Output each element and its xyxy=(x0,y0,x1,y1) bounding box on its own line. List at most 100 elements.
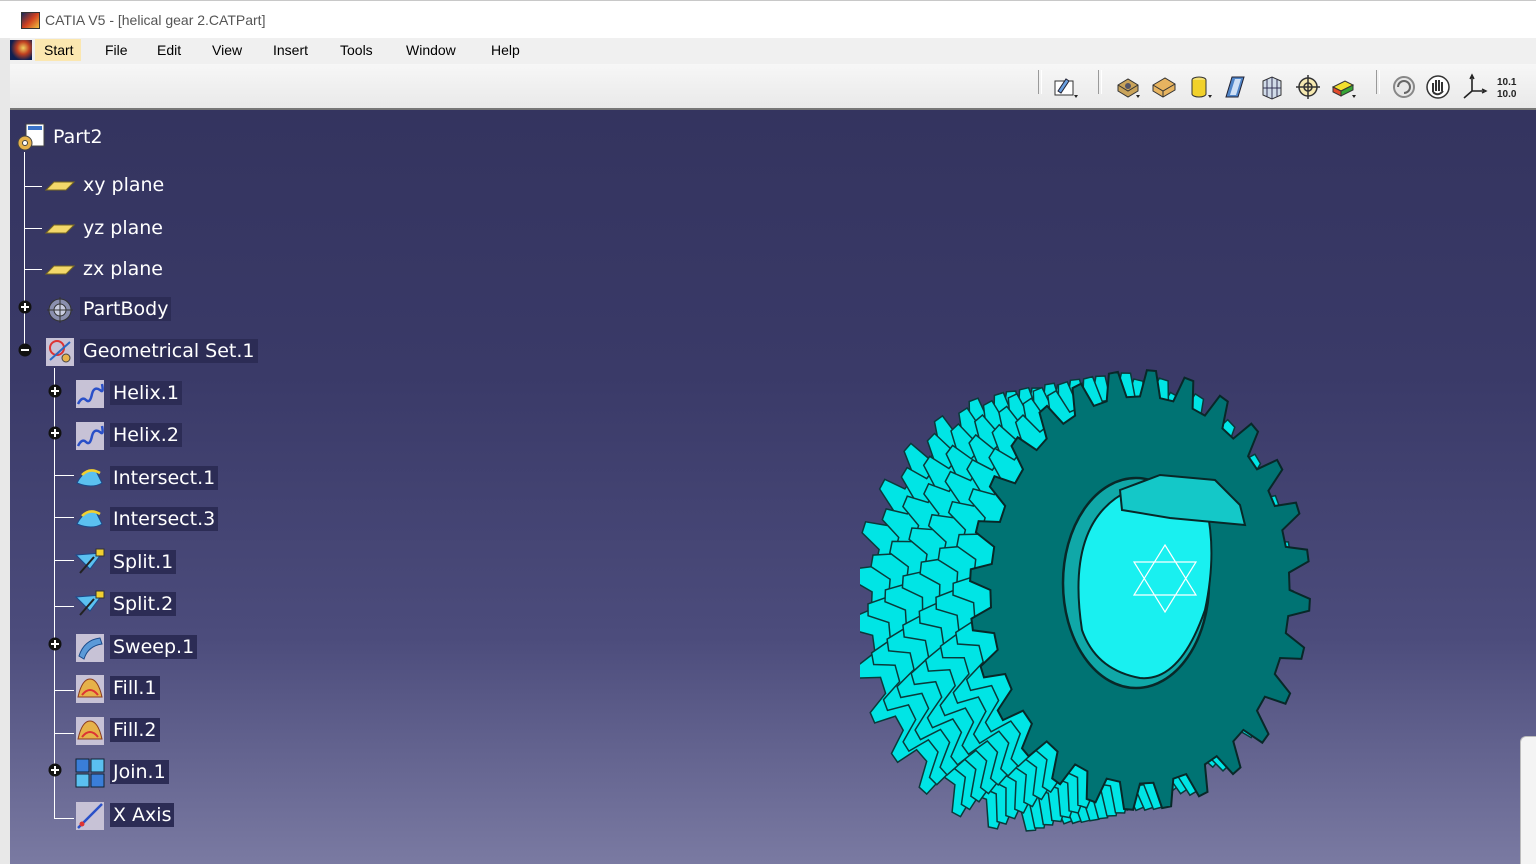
expand-helix-1-button[interactable] xyxy=(48,384,62,398)
pad-button[interactable] xyxy=(1114,73,1142,101)
menu-edit[interactable]: Edit xyxy=(153,42,185,58)
3d-viewport[interactable]: Part2 xy plane yz plane zx plane PartBod… xyxy=(10,110,1536,864)
tree-node-label: PartBody xyxy=(80,297,172,321)
tree-node-label: Fill.2 xyxy=(110,718,160,742)
fill-icon xyxy=(76,717,104,745)
menu-file[interactable]: File xyxy=(101,42,132,58)
menu-tools[interactable]: Tools xyxy=(336,42,377,58)
tree-node-label: Sweep.1 xyxy=(110,635,198,659)
tree-line xyxy=(54,733,74,734)
fill-icon xyxy=(76,675,104,703)
parallelogram-icon xyxy=(1225,76,1245,98)
plus-icon xyxy=(48,426,62,440)
helical-gear-model[interactable] xyxy=(860,310,1340,840)
target-icon xyxy=(1296,75,1320,99)
tree-node-label: Join.1 xyxy=(110,760,169,784)
tree-node-label: Helix.2 xyxy=(110,423,182,447)
hide-show-icon xyxy=(1331,80,1356,98)
pan-button[interactable] xyxy=(1424,73,1452,101)
tree-node-label: Fill.1 xyxy=(110,676,160,700)
expand-helix-2-button[interactable] xyxy=(48,426,62,440)
intersect-icon xyxy=(76,510,103,528)
geometrical-set-icon xyxy=(46,338,74,366)
line-icon xyxy=(76,802,104,830)
join-icon xyxy=(75,758,105,788)
expand-sweep-1-button[interactable] xyxy=(48,637,62,651)
window-title: CATIA V5 - [helical gear 2.CATPart] xyxy=(45,12,266,28)
menu-view[interactable]: View xyxy=(208,42,246,58)
sketch-button[interactable] xyxy=(1052,73,1080,101)
part-body-icon xyxy=(47,297,73,323)
minus-icon xyxy=(18,343,32,357)
tree-line xyxy=(54,517,74,518)
tree-line xyxy=(24,228,42,229)
plane-icon xyxy=(44,224,76,234)
tree-node-label: Intersect.3 xyxy=(110,507,219,531)
tree-node-label: Split.1 xyxy=(110,550,177,574)
menu-start[interactable]: Start xyxy=(35,39,81,61)
tree-line xyxy=(24,186,42,187)
svg-text:10.0: 10.0 xyxy=(1497,89,1517,100)
sweep-icon xyxy=(76,634,104,662)
pad-icon xyxy=(1117,78,1140,98)
tree-node-label: Part2 xyxy=(53,126,103,148)
tree-line xyxy=(54,475,74,476)
tree-node-label: Intersect.1 xyxy=(110,466,219,490)
cylinder-button[interactable] xyxy=(1186,73,1214,101)
target-button[interactable] xyxy=(1294,73,1322,101)
menu-window[interactable]: Window xyxy=(402,42,460,58)
tree-node-label: yz plane xyxy=(83,217,163,239)
plus-icon xyxy=(48,763,62,777)
svg-text:10.1: 10.1 xyxy=(1497,77,1517,88)
expand-join-1-button[interactable] xyxy=(48,763,62,777)
tree-node-label: zx plane xyxy=(83,258,163,280)
toolbar: 10.1 10.0 xyxy=(10,64,1536,110)
toolbar-separator xyxy=(1376,70,1380,94)
tree-line xyxy=(54,690,74,691)
multi-view-icon xyxy=(1262,76,1282,100)
axis-system-button[interactable] xyxy=(1460,73,1488,101)
tree-line xyxy=(24,269,42,270)
pan-hand-icon xyxy=(1426,75,1450,99)
units-table-icon: 10.1 10.0 xyxy=(1497,77,1517,100)
catia-compass-logo-icon[interactable] xyxy=(10,40,32,60)
rotate-icon xyxy=(1393,76,1415,98)
plane-icon xyxy=(44,265,76,275)
multi-view-button[interactable] xyxy=(1258,73,1286,101)
rotate-button[interactable] xyxy=(1390,73,1418,101)
title-bar: CATIA V5 - [helical gear 2.CATPart] xyxy=(0,0,1536,38)
collapse-geometrical-set-button[interactable] xyxy=(18,343,32,357)
helix-icon xyxy=(76,380,104,408)
side-panel-tab[interactable] xyxy=(1520,736,1536,864)
tree-line xyxy=(54,818,74,819)
tree-node-label: Split.2 xyxy=(110,592,177,616)
menu-insert[interactable]: Insert xyxy=(269,42,312,58)
tree-node-label: X Axis xyxy=(110,803,175,827)
units-button[interactable]: 10.1 10.0 xyxy=(1494,73,1522,101)
tree-node-label: Geometrical Set.1 xyxy=(80,339,258,363)
intersect-icon xyxy=(76,469,103,487)
plus-icon xyxy=(18,300,32,314)
axis-system-icon xyxy=(1463,73,1488,99)
plus-icon xyxy=(48,637,62,651)
tree-node-label: Helix.1 xyxy=(110,381,182,405)
tree-line xyxy=(54,606,74,607)
plane-icon xyxy=(44,181,76,191)
split-icon xyxy=(74,590,105,616)
toolbar-separator xyxy=(1038,70,1042,94)
parallelogram-button[interactable] xyxy=(1222,73,1250,101)
expand-partbody-button[interactable] xyxy=(18,300,32,314)
split-icon xyxy=(74,548,105,574)
catia-app-icon xyxy=(21,12,40,29)
sketch-icon xyxy=(1054,78,1078,98)
shaded-edges-button[interactable] xyxy=(1150,73,1178,101)
tree-line xyxy=(24,152,25,348)
shaded-edges-icon xyxy=(1152,77,1176,98)
toolbar-separator xyxy=(1098,70,1102,94)
menu-help[interactable]: Help xyxy=(487,42,524,58)
specification-tree: Part2 xy plane yz plane zx plane PartBod… xyxy=(10,110,610,864)
hide-show-button[interactable] xyxy=(1330,73,1358,101)
tree-line xyxy=(54,560,74,561)
helix-icon xyxy=(76,422,104,450)
tree-node-label: xy plane xyxy=(83,174,165,196)
